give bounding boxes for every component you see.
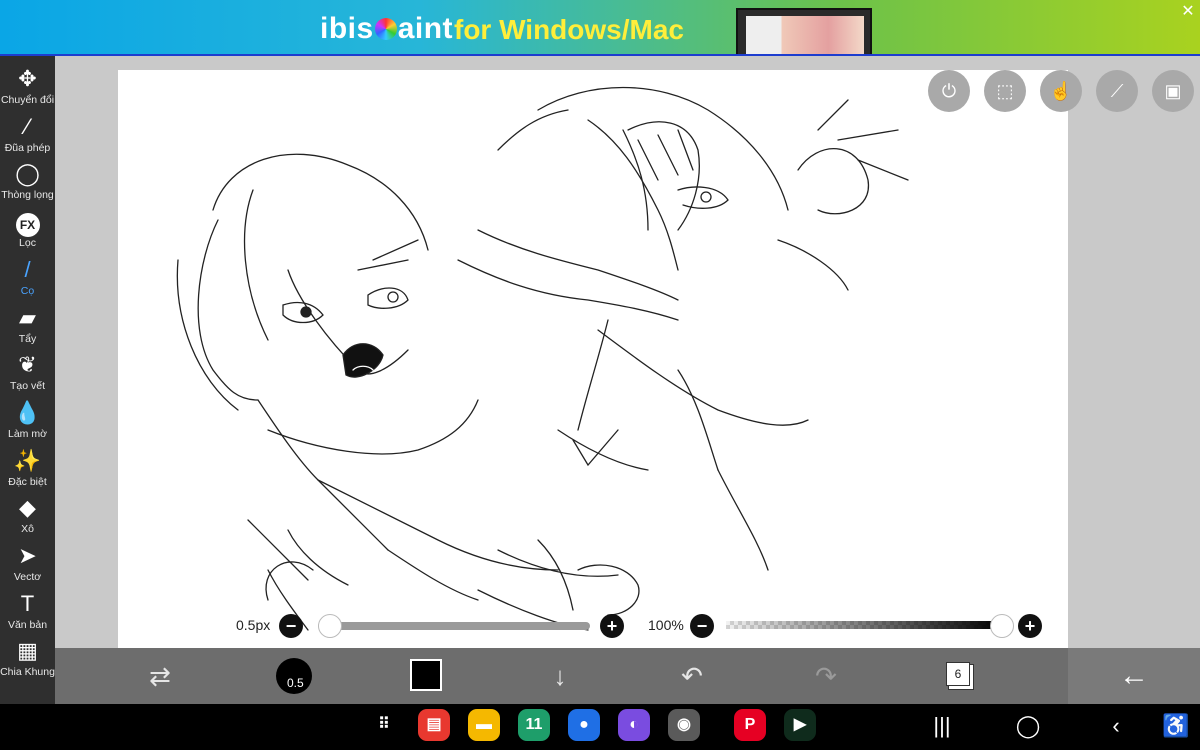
tool-text[interactable]: T Văn bản xyxy=(0,589,55,637)
recent-apps-icon[interactable]: ||| xyxy=(922,708,962,744)
tool-label: Chuyển đổi xyxy=(0,94,55,106)
tool-label: Xô xyxy=(21,523,34,536)
brush-icon: / xyxy=(24,256,31,282)
tool-label: Vectơ xyxy=(13,571,42,583)
calendar-app-icon[interactable]: 11 xyxy=(518,709,550,741)
tool-label: Tẩy xyxy=(18,332,37,345)
tool-label: Chia Khung xyxy=(0,666,55,679)
browser-app-icon[interactable]: ◐ xyxy=(618,709,650,741)
tool-bucket[interactable]: ◆ Xô xyxy=(0,493,55,541)
tool-brush[interactable]: / Cọ xyxy=(0,255,55,303)
ruler-icon[interactable]: ⟋ xyxy=(1096,70,1138,112)
tool-sidebar: ✥ Chuyển đổi ⁄ Đũa phép ◯ Thòng lọng FX Lọc / Cọ ▰… xyxy=(0,56,55,704)
tool-label: Đặc biệt xyxy=(8,475,47,488)
tool-label: Làm mờ xyxy=(8,427,47,440)
brush-size-label: 0.5px xyxy=(236,617,271,633)
ibispaint-logo: ibis aint xyxy=(320,12,453,46)
opacity-slider[interactable] xyxy=(726,621,1002,629)
fx-filter-icon: FX xyxy=(0,207,55,238)
download-icon[interactable]: ↓ xyxy=(536,648,584,704)
blur-drop-icon: 💧 xyxy=(13,399,42,425)
brush-size-minus-button[interactable]: − xyxy=(279,614,303,638)
tool-label: Tạo vết xyxy=(9,380,46,393)
banner-tagline: for Windows/Mac xyxy=(454,14,684,45)
tool-blur-drop[interactable]: 💧 Làm mờ xyxy=(0,398,55,446)
bucket-icon: ◆ xyxy=(19,495,36,521)
tool-special-sparkle[interactable]: ✨ Đặc biệt xyxy=(0,446,55,494)
tool-label: Văn bản xyxy=(7,618,48,631)
toggle-icon[interactable]: ⏻ xyxy=(928,70,970,112)
tool-label: Cọ xyxy=(20,284,35,297)
lasso-icon: ◯ xyxy=(15,161,40,187)
smudge-icon: ❦ xyxy=(18,352,37,378)
brush-size-slider[interactable] xyxy=(318,622,590,630)
color-swatch-button[interactable] xyxy=(410,659,442,691)
tool-lasso[interactable]: ◯ Thòng lọng xyxy=(0,159,55,207)
move-arrows-icon: ✥ xyxy=(18,66,37,91)
brush-size-plus-button[interactable]: + xyxy=(600,614,624,638)
tool-label: Lọc xyxy=(19,237,36,250)
tool-smudge[interactable]: ❦ Tạo vết xyxy=(0,350,55,398)
special-sparkle-icon: ✨ xyxy=(13,447,42,473)
home-icon[interactable]: ◯ xyxy=(1008,708,1048,744)
app-grid-icon[interactable]: ⠿ xyxy=(368,709,400,741)
tool-eraser[interactable]: ▰ Tẩy xyxy=(0,303,55,351)
sketch-artwork xyxy=(176,86,909,631)
notes-app-icon[interactable]: ▤ xyxy=(418,709,450,741)
tool-label: Thòng lọng xyxy=(1,189,54,202)
close-icon[interactable]: ✕ xyxy=(1178,2,1198,22)
text-icon: T xyxy=(20,590,35,616)
frame-divider-icon: ▦ xyxy=(17,638,38,664)
tool-vector-cursor[interactable]: ➤ Vectơ xyxy=(0,541,55,589)
brush-preview-size: 0.5 xyxy=(287,676,304,690)
logo-text-post: aint xyxy=(397,12,454,45)
color-wheel-icon xyxy=(374,18,397,40)
opacity-label: 100% xyxy=(648,617,684,633)
eraser-icon: ▰ xyxy=(19,304,36,330)
accessibility-icon[interactable]: ♿ xyxy=(1156,708,1196,744)
pinterest-app-icon[interactable]: P xyxy=(734,709,766,741)
messages-app-icon[interactable]: ● xyxy=(568,709,600,741)
back-arrow-icon[interactable]: ← xyxy=(1068,648,1200,704)
tool-fx-filter[interactable]: FX Lọc xyxy=(0,207,55,255)
ad-banner[interactable]: ibis aint for Windows/Mac ✕ xyxy=(0,0,1200,54)
opacity-thumb[interactable] xyxy=(990,614,1014,638)
tool-frame-divider[interactable]: ▦ Chia Khung xyxy=(0,636,55,684)
layers-button[interactable]: 6 xyxy=(946,662,970,686)
bottom-toolbar xyxy=(55,648,1200,704)
redo-icon[interactable]: ↷ xyxy=(802,648,850,704)
logo-text-pre: ibis xyxy=(320,12,374,45)
opacity-minus-button[interactable]: − xyxy=(690,614,714,638)
tool-label: Đũa phép xyxy=(4,141,51,154)
tool-move-arrows[interactable]: ✥ Chuyển đổi xyxy=(0,64,55,112)
vector-cursor-icon: ➤ xyxy=(18,543,37,568)
reference-image-icon[interactable]: ▣ xyxy=(1152,70,1194,112)
camera-app-icon[interactable]: ◉ xyxy=(668,709,700,741)
banner-laptop-image xyxy=(736,8,872,54)
back-nav-icon[interactable]: ‹ xyxy=(1096,708,1136,744)
magic-wand-icon: ⁄ xyxy=(25,113,30,139)
files-app-icon[interactable]: ▬ xyxy=(468,709,500,741)
tool-magic-wand[interactable]: ⁄ Đũa phép xyxy=(0,112,55,160)
swap-tool-icon[interactable]: ⇄ xyxy=(136,648,184,704)
selection-icon[interactable]: ⬚ xyxy=(984,70,1026,112)
brush-size-thumb[interactable] xyxy=(318,614,342,638)
touch-hand-icon[interactable]: ☝ xyxy=(1040,70,1082,112)
undo-icon[interactable]: ↶ xyxy=(668,648,716,704)
video-app-icon[interactable]: ▶ xyxy=(784,709,816,741)
opacity-plus-button[interactable]: + xyxy=(1018,614,1042,638)
